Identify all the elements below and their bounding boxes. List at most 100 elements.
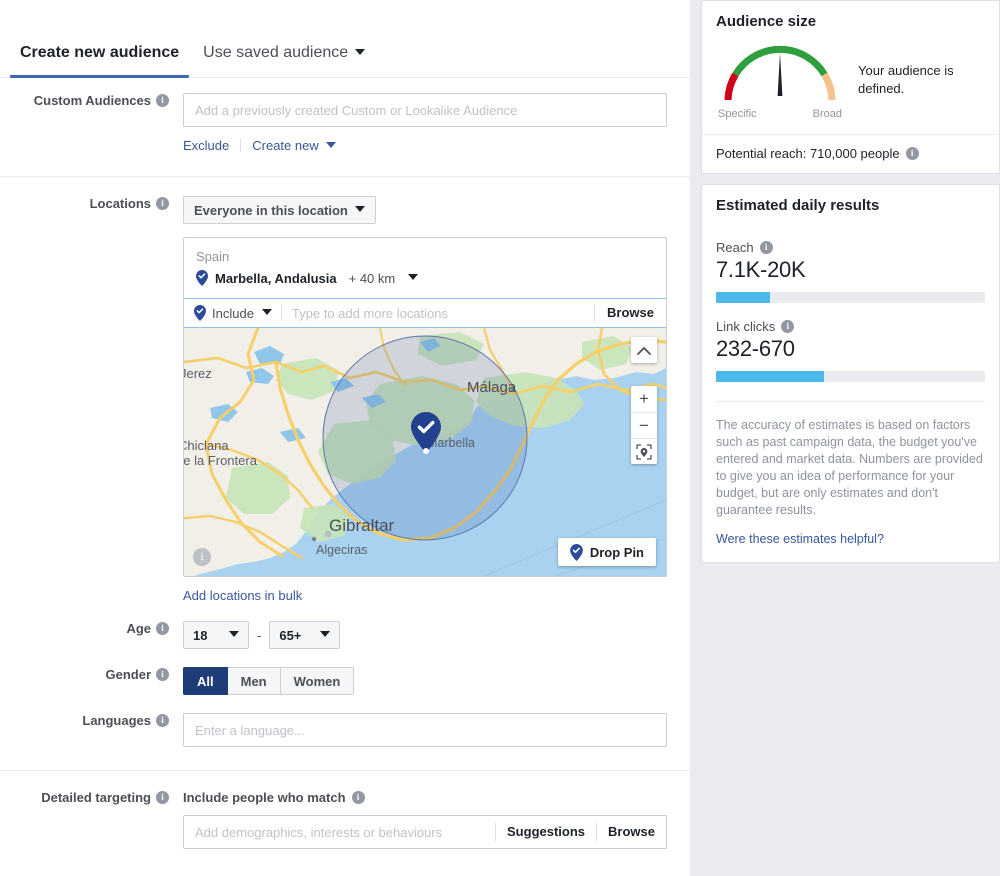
- include-people-heading: Include people who match i: [183, 790, 690, 805]
- map-zoom-in-button[interactable]: +: [631, 386, 657, 412]
- custom-audiences-info-icon[interactable]: i: [156, 94, 169, 107]
- gender-option-women[interactable]: Women: [280, 667, 355, 695]
- metric-link-clicks-bar: [716, 371, 985, 382]
- metric-reach-info-icon[interactable]: i: [759, 241, 773, 254]
- custom-audiences-placeholder: Add a previously created Custom or Looka…: [195, 102, 518, 118]
- detailed-targeting-suggestions-button[interactable]: Suggestions: [495, 823, 596, 841]
- create-new-audience-link[interactable]: Create new: [252, 138, 318, 153]
- languages-input[interactable]: Enter a language...: [183, 713, 667, 747]
- metric-reach-value: 7.1K-20K: [716, 257, 806, 282]
- chevron-down-icon: [325, 141, 336, 148]
- audience-form-panel: Create new audience Use saved audience C…: [0, 0, 690, 876]
- selected-location-name: Marbella, Andalusia: [215, 270, 337, 286]
- age-label: Age i: [0, 621, 183, 636]
- languages-placeholder: Enter a language...: [195, 722, 305, 738]
- drop-pin-label: Drop Pin: [589, 544, 644, 560]
- age-max-select[interactable]: 65+: [269, 621, 341, 649]
- detailed-targeting-browse-button[interactable]: Browse: [596, 823, 666, 841]
- age-field-wrap: 18 - 65+: [183, 621, 690, 649]
- gender-segmented-control: All Men Women: [183, 667, 355, 695]
- metric-link-clicks-bar-fill: [716, 371, 824, 382]
- location-map[interactable]: Jerez Chiclana de la Frontera Málaga Mar…: [184, 328, 666, 576]
- estimates-disclaimer: The accuracy of estimates is based on fa…: [716, 401, 985, 519]
- metric-reach-label: Reach: [716, 240, 754, 255]
- chevron-down-icon: [229, 631, 239, 637]
- metric-reach-label-row: Reach i: [716, 240, 985, 255]
- locations-field-wrap: Everyone in this location Spain Marbella…: [183, 196, 690, 605]
- selected-location-row[interactable]: Marbella, Andalusia + 40 km: [184, 267, 666, 298]
- gender-label: Gender i: [0, 667, 183, 682]
- location-search-input[interactable]: Type to add more locations: [282, 306, 594, 321]
- selected-location-radius: + 40 km: [348, 270, 396, 286]
- tab-create-new-audience-label: Create new audience: [20, 44, 180, 61]
- age-label-text: Age: [126, 621, 151, 636]
- panel-gutter: [690, 0, 701, 876]
- locations-label-text: Locations: [89, 196, 151, 211]
- include-people-info-icon[interactable]: i: [351, 791, 365, 804]
- location-typeahead-bar: Include Type to add more locations Brows…: [184, 298, 666, 328]
- chevron-down-icon[interactable]: [408, 274, 419, 280]
- custom-audiences-field-wrap: Add a previously created Custom or Looka…: [183, 93, 690, 153]
- chevron-down-icon: [320, 631, 331, 637]
- age-min-select[interactable]: 18: [183, 621, 249, 649]
- metric-link-clicks-label-row: Link clicks i: [716, 319, 985, 334]
- languages-label-text: Languages: [82, 713, 151, 728]
- locations-info-icon[interactable]: i: [156, 197, 169, 210]
- locate-icon: [636, 443, 652, 460]
- estimated-results-title: Estimated daily results: [716, 197, 880, 214]
- gauge-label-specific: Specific: [718, 108, 757, 120]
- potential-reach-info-icon[interactable]: i: [905, 147, 919, 160]
- chevron-up-icon: [637, 346, 651, 355]
- detailed-targeting-placeholder: Add demographics, interests or behaviour…: [195, 824, 443, 840]
- detailed-targeting-label-text: Detailed targeting: [41, 790, 151, 805]
- estimated-results-body: Reach i 7.1K-20K Link clicks i 232-670 T…: [702, 214, 999, 562]
- map-zoom-controls: + −: [631, 386, 657, 464]
- detailed-targeting-info-icon[interactable]: i: [156, 791, 169, 804]
- age-info-icon[interactable]: i: [156, 622, 169, 635]
- map-center-marker-icon[interactable]: [411, 412, 441, 454]
- map-locate-button[interactable]: [631, 438, 657, 464]
- gender-label-text: Gender: [105, 667, 151, 682]
- age-max-value: 65+: [279, 627, 302, 643]
- audience-size-gauge-row: Specific Broad Your audience is defined.: [702, 30, 999, 120]
- gender-info-icon[interactable]: i: [156, 668, 169, 681]
- custom-audiences-section: Custom Audiences i Add a previously crea…: [0, 78, 690, 153]
- locations-section: Locations i Everyone in this location Sp…: [0, 177, 690, 605]
- add-locations-bulk-link[interactable]: Add locations in bulk: [183, 588, 302, 603]
- audience-gauge-dial: [724, 45, 836, 101]
- location-country-heading: Spain: [196, 249, 230, 264]
- gender-section: Gender i All Men Women: [0, 649, 690, 695]
- metric-link-clicks-value: 232-670: [716, 336, 795, 361]
- include-exclude-dropdown[interactable]: Include: [194, 305, 281, 321]
- metric-link-clicks-info-icon[interactable]: i: [781, 320, 795, 333]
- gender-option-men[interactable]: Men: [227, 667, 281, 695]
- audience-mode-tabs: Create new audience Use saved audience: [0, 0, 690, 78]
- metric-link-clicks-label: Link clicks: [716, 319, 776, 334]
- exclude-link[interactable]: Exclude: [183, 138, 229, 153]
- drop-pin-button[interactable]: Drop Pin: [557, 538, 656, 566]
- languages-info-icon[interactable]: i: [156, 714, 169, 727]
- detailed-targeting-label: Detailed targeting i: [0, 790, 183, 805]
- estimates-feedback-link[interactable]: Were these estimates helpful?: [716, 532, 985, 546]
- map-zoom-out-button[interactable]: −: [631, 412, 657, 438]
- divider: [240, 139, 242, 152]
- tab-create-new-audience[interactable]: Create new audience: [8, 44, 191, 78]
- locations-label: Locations i: [0, 196, 183, 211]
- tab-use-saved-audience[interactable]: Use saved audience: [191, 45, 377, 77]
- age-section: Age i 18 - 65+: [0, 605, 690, 649]
- locations-browse-button[interactable]: Browse: [594, 304, 666, 322]
- location-scope-dropdown[interactable]: Everyone in this location: [183, 196, 376, 224]
- map-info-icon[interactable]: i: [193, 548, 211, 566]
- chevron-down-icon: [354, 206, 365, 212]
- potential-reach-row: Potential reach: 710,000 people i: [702, 135, 999, 173]
- potential-reach-text: Potential reach: 710,000 people: [716, 146, 900, 161]
- chevron-down-icon: [355, 48, 366, 55]
- audience-gauge: Specific Broad: [716, 38, 844, 120]
- languages-section: Languages i Enter a language...: [0, 695, 690, 747]
- gender-option-all[interactable]: All: [183, 667, 228, 695]
- metric-reach-bar: [716, 292, 985, 303]
- custom-audiences-input[interactable]: Add a previously created Custom or Looka…: [183, 93, 667, 127]
- detailed-targeting-input[interactable]: Add demographics, interests or behaviour…: [183, 815, 667, 849]
- map-collapse-button[interactable]: [631, 337, 657, 363]
- languages-label: Languages i: [0, 713, 183, 728]
